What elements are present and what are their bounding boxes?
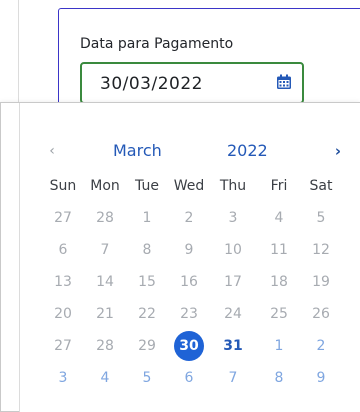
calendar-day[interactable]: 24 (218, 299, 248, 329)
calendar-day[interactable]: 9 (174, 235, 204, 265)
next-month-button[interactable]: › (331, 139, 345, 163)
calendar-day[interactable]: 26 (306, 299, 336, 329)
month-selector[interactable]: March (113, 139, 162, 163)
calendar-day[interactable]: 22 (132, 299, 162, 329)
calendar-day[interactable]: 31 (218, 331, 248, 361)
calendar-day[interactable]: 16 (174, 267, 204, 297)
calendar-day[interactable]: 28 (90, 203, 120, 233)
weekday-fri: Fri (270, 178, 288, 194)
calendar-day-next-month[interactable]: 9 (306, 363, 336, 393)
payment-date-label: Data para Pagamento (80, 36, 234, 52)
calendar-day[interactable]: 17 (218, 267, 248, 297)
calendar-day-next-month[interactable]: 8 (264, 363, 294, 393)
calendar-day-next-month[interactable]: 5 (132, 363, 162, 393)
calendar-day[interactable]: 1 (132, 203, 162, 233)
calendar-day[interactable]: 14 (90, 267, 120, 297)
calendar-day[interactable]: 13 (48, 267, 78, 297)
calendar-day[interactable]: 6 (48, 235, 78, 265)
calendar-day-next-month[interactable]: 4 (90, 363, 120, 393)
calendar-day[interactable]: 28 (90, 331, 120, 361)
calendar-day[interactable]: 3 (218, 203, 248, 233)
calendar-day[interactable]: 23 (174, 299, 204, 329)
calendar-day[interactable]: 5 (306, 203, 336, 233)
date-picker-screen: Data para Pagamento 30/03/2022 ‹ March 2… (0, 0, 360, 412)
calendar-icon[interactable] (276, 74, 292, 90)
calendar-day[interactable]: 12 (306, 235, 336, 265)
calendar-day-next-month[interactable]: 1 (264, 331, 294, 361)
calendar-day[interactable]: 27 (48, 203, 78, 233)
calendar-day[interactable]: 10 (218, 235, 248, 265)
calendar-popup: ‹ March 2022 › Sun Mon Tue Wed Thu Fri Sat 27 2… (0, 102, 360, 412)
weekday-thu: Thu (219, 178, 247, 194)
year-selector[interactable]: 2022 (227, 139, 268, 163)
calendar-day[interactable]: 18 (264, 267, 294, 297)
payment-date-input[interactable]: 30/03/2022 (80, 62, 304, 104)
weekday-sun: Sun (49, 178, 77, 194)
previous-month-button[interactable]: ‹ (45, 139, 59, 163)
calendar-day[interactable]: 7 (90, 235, 120, 265)
calendar-day[interactable]: 4 (264, 203, 294, 233)
calendar-day[interactable]: 20 (48, 299, 78, 329)
calendar-header: ‹ March 2022 › (1, 139, 360, 163)
calendar-day[interactable]: 2 (174, 203, 204, 233)
calendar-day[interactable]: 21 (90, 299, 120, 329)
weekday-wed: Wed (173, 178, 205, 194)
calendar-day-selected[interactable]: 30 (174, 331, 204, 361)
calendar-day-next-month[interactable]: 7 (218, 363, 248, 393)
weekday-tue: Tue (135, 178, 159, 194)
date-input-value[interactable]: 30/03/2022 (100, 74, 203, 94)
weekday-sat: Sat (309, 178, 333, 194)
weekday-header-row: Sun Mon Tue Wed Thu Fri Sat (1, 176, 360, 196)
calendar-day[interactable]: 15 (132, 267, 162, 297)
weekday-mon: Mon (90, 178, 120, 194)
calendar-day[interactable]: 27 (48, 331, 78, 361)
calendar-day[interactable]: 19 (306, 267, 336, 297)
calendar-day-next-month[interactable]: 6 (174, 363, 204, 393)
calendar-day[interactable]: 11 (264, 235, 294, 265)
calendar-day[interactable]: 25 (264, 299, 294, 329)
calendar-day-next-month[interactable]: 3 (48, 363, 78, 393)
calendar-day-next-month[interactable]: 2 (306, 331, 336, 361)
calendar-day[interactable]: 29 (132, 331, 162, 361)
calendar-day[interactable]: 8 (132, 235, 162, 265)
calendar-day-grid: 27 28 1 2 3 4 5 6 7 8 9 10 11 12 13 14 15 16 17 18 19 20 21 22 2… (1, 203, 360, 393)
